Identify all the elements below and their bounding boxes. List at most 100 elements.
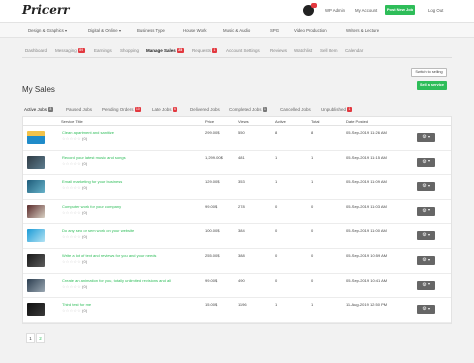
service-thumbnail[interactable]: [27, 253, 45, 267]
star-rating: ☆☆☆☆☆(0): [62, 308, 87, 313]
switch-to-selling-button[interactable]: Switch to selling: [411, 68, 447, 77]
service-thumbnail[interactable]: [27, 155, 45, 169]
col-date-posted: Date Posted: [346, 119, 369, 124]
date-posted-cell: 11-Aug-2019 12:50 PM: [346, 302, 388, 308]
actions-dropdown-button[interactable]: ⚙: [417, 182, 435, 192]
gear-icon: ⚙: [422, 232, 427, 239]
service-thumbnail[interactable]: [27, 131, 45, 144]
subnav-dashboard[interactable]: Dashboard: [25, 48, 47, 53]
tab-completed-jobs[interactable]: Completed Jobs 1: [229, 107, 268, 113]
actions-dropdown-button[interactable]: ⚙: [417, 255, 435, 265]
service-title-link[interactable]: Create an animation for you, totally unl…: [62, 278, 171, 283]
top-header: Pricerr WP Admin My Account Post New Job…: [0, 0, 474, 22]
star-icon: ☆☆☆☆☆: [62, 234, 81, 240]
active-cell: 0: [275, 252, 278, 258]
table-header: Service Title Price Views Active Total D…: [23, 117, 451, 126]
service-thumbnail[interactable]: [27, 229, 45, 243]
category-house-work[interactable]: House Work: [183, 28, 207, 33]
category-digital-online[interactable]: Digital & Online: [88, 28, 121, 33]
subnav-account-settings[interactable]: Account Settings: [226, 48, 260, 53]
rating-count: (0): [81, 185, 88, 191]
service-title-link[interactable]: Record your latest music and songs: [62, 155, 126, 160]
actions-dropdown-button[interactable]: ⚙: [417, 280, 435, 290]
page-1[interactable]: 1: [26, 333, 35, 343]
star-rating: ☆☆☆☆☆(0): [62, 161, 87, 166]
subnav-shopping[interactable]: Shopping: [120, 48, 139, 53]
category-writers-lecture[interactable]: Writers & Lecture: [346, 28, 379, 33]
tab-cancelled-jobs[interactable]: Cancelled Jobs: [280, 107, 311, 112]
total-cell: 0: [311, 228, 314, 234]
my-account-link[interactable]: My Account: [355, 8, 377, 13]
actions-dropdown-button[interactable]: ⚙: [417, 157, 435, 167]
subnav-calendar[interactable]: Calendar: [345, 48, 363, 53]
date-posted-cell: 05-Sep-2019 10:59 AM: [346, 252, 388, 258]
wp-admin-link[interactable]: WP Admin: [325, 8, 345, 13]
log-out-link[interactable]: Log Out: [428, 8, 443, 13]
tab-delivered-jobs[interactable]: Delivered Jobs: [190, 107, 220, 112]
service-title-link[interactable]: Third test for me: [62, 302, 91, 307]
service-thumbnail[interactable]: [27, 278, 45, 292]
tab-pending-orders[interactable]: Pending Orders 10: [102, 107, 142, 113]
total-cell: 0: [311, 252, 314, 258]
tab-badge: 10: [134, 107, 142, 113]
actions-dropdown-button[interactable]: ⚙: [417, 133, 435, 142]
actions-dropdown-button[interactable]: ⚙: [417, 305, 435, 315]
star-rating: ☆☆☆☆☆(0): [62, 210, 87, 215]
subnav-watchlist[interactable]: Watchlist: [294, 48, 312, 53]
notification-badge: [311, 3, 317, 8]
subnav-manage-sales[interactable]: Manage Sales 25: [146, 48, 184, 54]
tab-unpublished[interactable]: Unpublished 1: [321, 107, 352, 113]
star-icon: ☆☆☆☆☆: [62, 136, 81, 141]
category-spg[interactable]: SPG: [270, 28, 279, 33]
total-cell: 1: [311, 302, 314, 308]
actions-dropdown-button[interactable]: ⚙: [417, 206, 435, 216]
category-design-graphics[interactable]: Design & Graphics: [28, 28, 67, 33]
subnav-earnings[interactable]: Earnings: [94, 48, 112, 53]
logo[interactable]: Pricerr: [22, 3, 70, 17]
price-cell: 299.00$: [205, 130, 220, 135]
table-row: Clean apartment and sanitize ☆☆☆☆☆(0) 299.…: [23, 126, 451, 151]
col-service-title: Service Title: [61, 119, 83, 124]
active-cell: 0: [275, 228, 278, 234]
manage-sales-badge: 25: [176, 48, 184, 54]
gear-icon: ⚙: [422, 281, 427, 288]
actions-dropdown-button[interactable]: ⚙: [417, 231, 435, 241]
chevron-down-icon: [118, 29, 121, 32]
service-title-link[interactable]: Computer work for your company: [62, 204, 121, 209]
star-rating: ☆☆☆☆☆(0): [62, 136, 87, 141]
account-subnav: Dashboard Messaging 89 Earnings Shopping …: [22, 45, 452, 58]
tab-badge: 1: [262, 107, 268, 113]
tab-paused-jobs[interactable]: Paused Jobs: [66, 107, 92, 112]
category-music-audio[interactable]: Music & Audio: [223, 28, 250, 33]
subnav-reviews[interactable]: Reviews: [270, 48, 287, 53]
service-thumbnail[interactable]: [27, 303, 45, 317]
service-title-link[interactable]: Write a lot of text and reviews for you …: [62, 253, 156, 258]
total-cell: 0: [311, 203, 314, 209]
service-title-link[interactable]: Email marketing for your business: [62, 179, 122, 184]
chevron-down-icon: [64, 29, 67, 32]
service-title-link[interactable]: Do any seo or sem work on your website: [62, 228, 134, 233]
subnav-requests[interactable]: Requests 1: [192, 48, 217, 54]
tab-active-jobs[interactable]: Active Jobs 8: [24, 107, 53, 113]
date-posted-cell: 05-Sep-2019 11:00 AM: [346, 228, 387, 234]
service-thumbnail[interactable]: [27, 204, 45, 218]
subnav-messaging[interactable]: Messaging 89: [55, 48, 85, 54]
chevron-down-icon: [427, 258, 430, 261]
views-cell: 388: [238, 252, 245, 258]
page-2[interactable]: 2: [36, 333, 45, 343]
tab-badge: 8: [48, 107, 53, 113]
views-cell: 550: [238, 130, 245, 135]
category-video-production[interactable]: Video Production: [294, 28, 327, 33]
tab-badge: 1: [347, 107, 352, 113]
star-rating: ☆☆☆☆☆(0): [62, 185, 87, 190]
sell-a-service-button[interactable]: Sell a service: [417, 81, 447, 90]
service-title-link[interactable]: Clean apartment and sanitize: [62, 130, 114, 135]
post-new-job-button[interactable]: Post New Job: [385, 5, 415, 15]
sales-table: Service Title Price Views Active Total D…: [22, 116, 452, 324]
tab-late-jobs[interactable]: Late Jobs 6: [152, 107, 178, 113]
active-cell: 1: [275, 154, 278, 160]
chevron-down-icon: [427, 135, 430, 138]
category-business-type[interactable]: Business Type: [137, 28, 165, 33]
subnav-sell-item[interactable]: Sell Item: [320, 48, 338, 53]
service-thumbnail[interactable]: [27, 180, 45, 194]
